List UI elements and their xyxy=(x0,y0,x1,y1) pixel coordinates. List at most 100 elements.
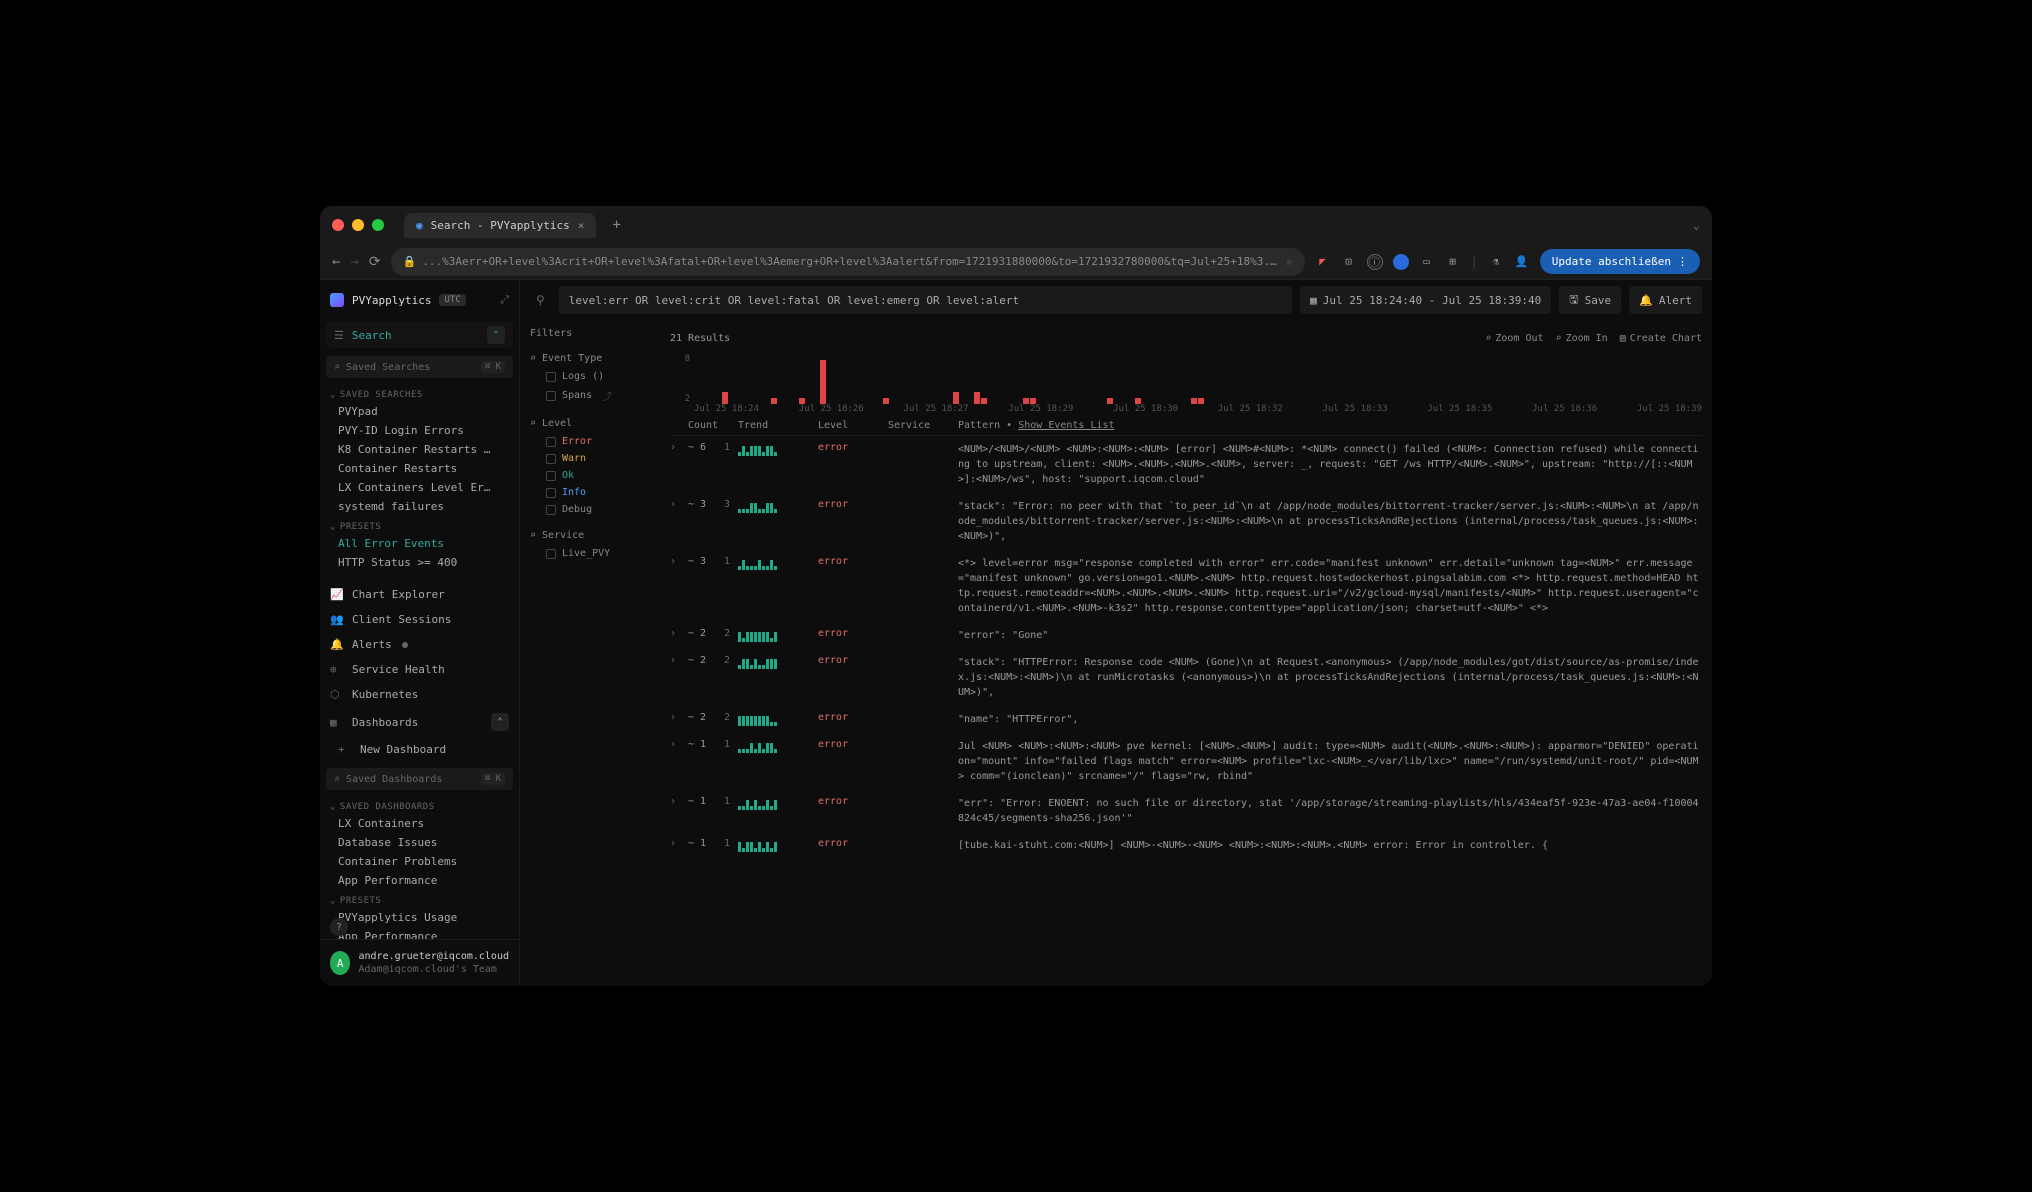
sidebar-item[interactable]: Container Restarts xyxy=(320,459,519,478)
user-menu[interactable]: A andre.grueter@iqcom.cloud Adam@iqcom.c… xyxy=(320,939,519,986)
table-row[interactable]: ›~ 11errorJul <NUM> <NUM>:<NUM>:<NUM> pv… xyxy=(670,733,1702,790)
spans-filter[interactable]: Spans⤴ xyxy=(530,385,650,406)
show-events-link[interactable]: Show Events List xyxy=(1018,420,1114,431)
expand-icon[interactable]: › xyxy=(670,556,684,567)
ext-icon-1[interactable]: ◤ xyxy=(1315,254,1331,270)
back-button[interactable]: ← xyxy=(332,254,340,270)
browser-tab[interactable]: ◉ Search - PVYapplytics × xyxy=(404,213,596,238)
level-filter[interactable]: Ok xyxy=(530,467,650,484)
chevron-up-icon[interactable]: ⌃ xyxy=(487,326,505,344)
logs-filter[interactable]: Logs () xyxy=(530,368,650,385)
expand-icon[interactable]: › xyxy=(670,628,684,639)
sidebar-item[interactable]: Database Issues xyxy=(320,833,519,852)
nav-item[interactable]: ⬡Kubernetes xyxy=(320,682,519,707)
presets-section[interactable]: ⌄PRESETS xyxy=(320,516,519,534)
level-filter[interactable]: Info xyxy=(530,484,650,501)
expand-icon[interactable]: › xyxy=(670,442,684,453)
sidebar-item[interactable]: HTTP Status >= 400 xyxy=(320,553,519,572)
sidebar-item[interactable]: App Performance xyxy=(320,927,519,939)
table-row[interactable]: ›~ 22error"error": "Gone" xyxy=(670,622,1702,649)
expand-icon[interactable]: ⤢ xyxy=(500,293,509,307)
bookmark-icon[interactable]: ☆ xyxy=(1286,255,1293,268)
tabs-dropdown-icon[interactable]: ⌄ xyxy=(1693,218,1700,232)
sidebar-item[interactable]: App Performance xyxy=(320,871,519,890)
profile-icon[interactable]: 👤 xyxy=(1514,254,1530,270)
close-tab-icon[interactable]: × xyxy=(578,219,585,232)
filter-icon[interactable]: ⚲ xyxy=(530,287,551,313)
expand-icon[interactable]: › xyxy=(670,796,684,807)
sidebar-item[interactable]: K8 Container Restarts … xyxy=(320,440,519,459)
service-section[interactable]: ⌕Service xyxy=(530,526,650,545)
ext-icon-4[interactable] xyxy=(1393,254,1409,270)
service-header[interactable]: Service xyxy=(888,420,958,431)
expand-icon[interactable]: › xyxy=(670,739,684,750)
expand-icon[interactable]: › xyxy=(670,655,684,666)
nav-item[interactable]: ▦Dashboards⌃ xyxy=(320,707,519,737)
level-section[interactable]: ⌕Level xyxy=(530,414,650,433)
zoom-in-button[interactable]: ⌕Zoom In xyxy=(1556,333,1608,344)
alert-button[interactable]: 🔔Alert xyxy=(1629,286,1702,314)
histogram-chart[interactable]: 82 Jul 25 18:24Jul 25 18:26Jul 25 18:27J… xyxy=(670,354,1702,414)
table-row[interactable]: ›~ 33error"stack": "Error: no peer with … xyxy=(670,493,1702,550)
sidebar-item[interactable]: LX Containers Level Er… xyxy=(320,478,519,497)
ext-icon-2[interactable]: ⊡ xyxy=(1341,254,1357,270)
saved-dashboards-input[interactable]: ⌕ Saved Dashboards ⌘ K xyxy=(326,768,513,790)
table-row[interactable]: ›~ 11error"err": "Error: ENOENT: no such… xyxy=(670,790,1702,832)
ext-icon-3[interactable]: ⓘ xyxy=(1367,254,1383,270)
filters-title: Filters xyxy=(530,328,650,339)
nav-search[interactable]: ☰ Search ⌃ xyxy=(326,322,513,348)
table-row[interactable]: ›~ 61error<NUM>/<NUM>/<NUM> <NUM>:<NUM>:… xyxy=(670,436,1702,493)
table-row[interactable]: ›~ 11error[tube.kai-stuht.com:<NUM>] <NU… xyxy=(670,832,1702,859)
sidebar-item[interactable]: PVYpad xyxy=(320,402,519,421)
create-chart-button[interactable]: ▤Create Chart xyxy=(1620,333,1702,344)
app-header: PVYapplytics UTC ⤢ xyxy=(320,280,519,320)
query-input[interactable]: level:err OR level:crit OR level:fatal O… xyxy=(559,286,1292,314)
close-window-button[interactable] xyxy=(332,219,344,231)
sidebar-item[interactable]: All Error Events xyxy=(320,534,519,553)
service-filter[interactable]: Live_PVY xyxy=(530,545,650,562)
nav-item[interactable]: ⊕Service Health xyxy=(320,657,519,682)
update-button[interactable]: Update abschließen ⋮ xyxy=(1540,249,1700,274)
sidebar-item[interactable]: PVY-ID Login Errors xyxy=(320,421,519,440)
table-row[interactable]: ›~ 22error"stack": "HTTPError: Response … xyxy=(670,649,1702,706)
zoom-out-button[interactable]: ⌕Zoom Out xyxy=(1485,333,1543,344)
sidebar-item[interactable]: LX Containers xyxy=(320,814,519,833)
nav-item[interactable]: 📈Chart Explorer xyxy=(320,582,519,607)
level-filter[interactable]: Debug xyxy=(530,501,650,518)
level-filter[interactable]: Warn xyxy=(530,450,650,467)
trend-header[interactable]: Trend xyxy=(738,420,818,431)
reload-button[interactable]: ⟳ xyxy=(369,254,381,270)
sidebar-item[interactable]: systemd failures xyxy=(320,497,519,516)
new-tab-button[interactable]: + xyxy=(612,217,620,233)
labs-icon[interactable]: ⚗ xyxy=(1488,254,1504,270)
save-button[interactable]: 🖫Save xyxy=(1559,286,1621,314)
expand-icon[interactable]: › xyxy=(670,499,684,510)
minimize-window-button[interactable] xyxy=(352,219,364,231)
count-header[interactable]: Count xyxy=(684,420,738,431)
ext-icon-5[interactable]: ▭ xyxy=(1419,254,1435,270)
nav-item[interactable]: 👥Client Sessions xyxy=(320,607,519,632)
table-row[interactable]: ›~ 31error<*> level=error msg="response … xyxy=(670,550,1702,622)
saved-searches-section[interactable]: ⌄SAVED SEARCHES xyxy=(320,384,519,402)
level-header[interactable]: Level xyxy=(818,420,888,431)
sidebar-item[interactable]: PVYapplytics Usage xyxy=(320,908,519,927)
expand-icon[interactable]: › xyxy=(670,712,684,723)
expand-icon[interactable]: › xyxy=(670,838,684,849)
saved-dashboards-section[interactable]: ⌄SAVED DASHBOARDS xyxy=(320,796,519,814)
event-type-section[interactable]: ⌕Event Type xyxy=(530,349,650,368)
chevron-up-icon[interactable]: ⌃ xyxy=(491,713,509,731)
help-button[interactable]: ? xyxy=(330,918,348,936)
time-range-picker[interactable]: ▦ Jul 25 18:24:40 - Jul 25 18:39:40 xyxy=(1300,286,1551,314)
puzzle-icon[interactable]: ⊞ xyxy=(1445,254,1461,270)
level-filter[interactable]: Error xyxy=(530,433,650,450)
sidebar-item[interactable]: Container Problems xyxy=(320,852,519,871)
maximize-window-button[interactable] xyxy=(372,219,384,231)
forward-button[interactable]: → xyxy=(350,254,358,270)
saved-searches-input[interactable]: ⌕ Saved Searches ⌘ K xyxy=(326,356,513,378)
nav-item[interactable]: 🔔Alerts xyxy=(320,632,519,657)
dash-presets-section[interactable]: ⌄PRESETS xyxy=(320,890,519,908)
new-dashboard-button[interactable]: + New Dashboard xyxy=(320,737,519,762)
address-bar[interactable]: 🔒 ...%3Aerr+OR+level%3Acrit+OR+level%3Af… xyxy=(391,248,1305,276)
table-row[interactable]: ›~ 22error"name": "HTTPError", xyxy=(670,706,1702,733)
tz-badge[interactable]: UTC xyxy=(439,294,465,306)
